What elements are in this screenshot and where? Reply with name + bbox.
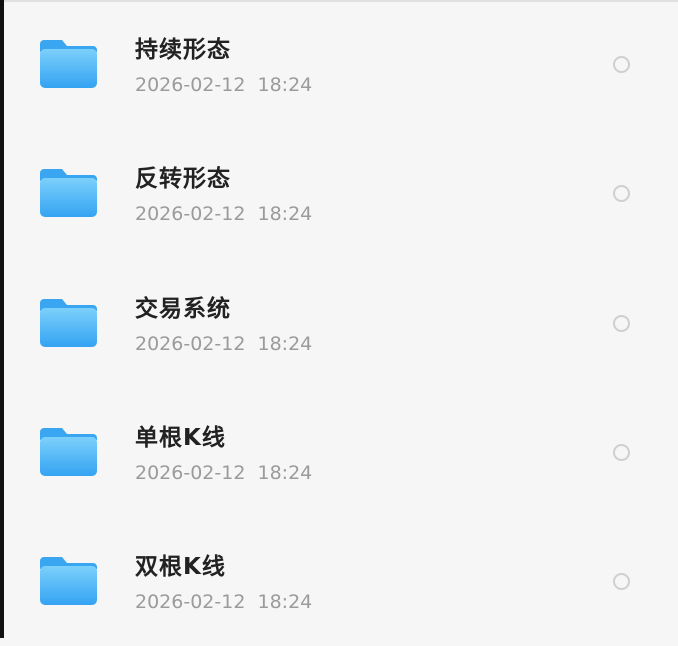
list-item[interactable]: 反转形态 2026-02-12 18:24	[4, 129, 671, 258]
modified-date: 2026-02-12 18:24	[135, 203, 313, 225]
folder-name: 交易系统	[135, 296, 231, 322]
list-item[interactable]: 持续形态 2026-02-12 18:24	[4, 0, 671, 129]
list-item[interactable]: 单根K线 2026-02-12 18:24	[4, 388, 671, 517]
folder-icon	[40, 426, 97, 476]
folder-icon	[40, 38, 97, 88]
folder-list: 持续形态 2026-02-12 18:24 反转形态 2026-02-12 18…	[4, 0, 671, 638]
modified-date: 2026-02-12 18:24	[135, 333, 313, 355]
folder-name: 双根K线	[135, 554, 226, 580]
folder-name: 持续形态	[135, 37, 231, 63]
folder-name: 反转形态	[135, 166, 231, 192]
select-radio[interactable]	[613, 56, 630, 73]
modified-date: 2026-02-12 18:24	[135, 74, 313, 96]
select-radio[interactable]	[613, 185, 630, 202]
folder-icon	[40, 167, 97, 217]
list-item[interactable]: 交易系统 2026-02-12 18:24	[4, 259, 671, 388]
folder-icon	[40, 555, 97, 605]
folder-name: 单根K线	[135, 425, 226, 451]
list-item[interactable]: 双根K线 2026-02-12 18:24	[4, 517, 671, 646]
modified-date: 2026-02-12 18:24	[135, 462, 313, 484]
modified-date: 2026-02-12 18:24	[135, 591, 313, 613]
select-radio[interactable]	[613, 315, 630, 332]
select-radio[interactable]	[613, 444, 630, 461]
folder-icon	[40, 297, 97, 347]
select-radio[interactable]	[613, 573, 630, 590]
